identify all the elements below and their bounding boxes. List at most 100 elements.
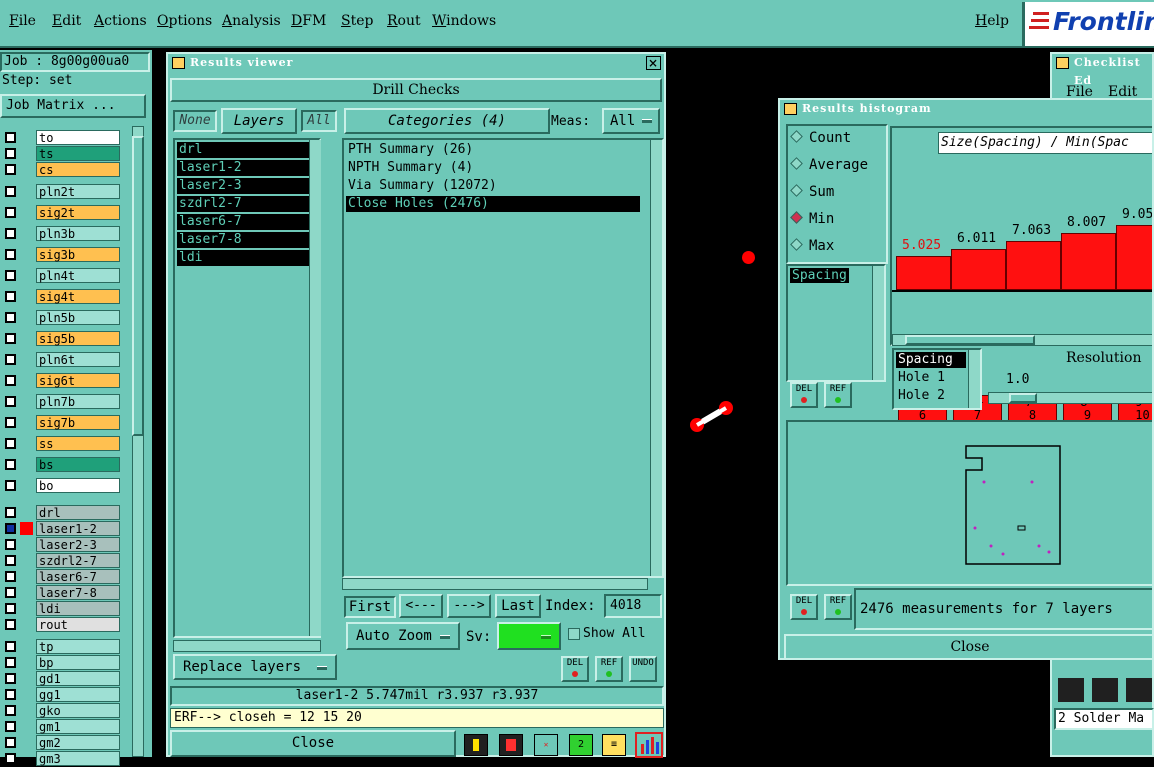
show-all-checkbox[interactable] [568,628,580,640]
layer-row[interactable]: pln2t [2,184,120,199]
layer-checkbox[interactable] [5,480,16,491]
layer-list-scrollbar[interactable] [122,126,152,757]
measure-selector[interactable]: Spacing Hole 1 Hole 2 [892,348,982,410]
layer-row[interactable]: sig3b [2,247,120,262]
run-icon[interactable] [1092,678,1118,702]
layer-row[interactable]: bs [2,457,120,472]
layer-row[interactable]: ldi [2,601,120,616]
layer-row[interactable]: ss [2,436,120,451]
layer-checkbox[interactable] [5,587,16,598]
layer-row[interactable]: bp [2,655,120,670]
aggregation-radio[interactable]: Max [790,238,834,254]
layer-result-item[interactable]: laser2-3 [177,178,317,194]
layer-checkbox[interactable] [5,249,16,260]
ref-tool-icon[interactable]: ✕ [534,734,558,756]
layer-checkbox[interactable] [5,673,16,684]
layer-checkbox[interactable] [5,164,16,175]
report-tool-icon[interactable]: ≡ [602,734,626,756]
auto-zoom-dropdown[interactable]: Auto Zoom [346,622,460,650]
layer-checkbox[interactable] [5,571,16,582]
layer-row[interactable]: gd1 [2,671,120,686]
layer-row[interactable]: gg1 [2,687,120,702]
next-button[interactable]: ---> [447,594,491,618]
layer-row[interactable]: rout [2,617,120,632]
layer-row[interactable]: laser1-2 [2,521,120,536]
layer-row[interactable]: laser2-3 [2,537,120,552]
layer-row[interactable]: gm1 [2,719,120,734]
menu-step[interactable]: Step [341,13,373,29]
measure-selector-scroll[interactable] [968,350,980,408]
layer-checkbox[interactable] [5,291,16,302]
layer-checkbox[interactable] [5,186,16,197]
graph-hscroll[interactable] [892,334,1152,346]
layer-row[interactable]: sig5b [2,331,120,346]
job-matrix-button[interactable]: Job Matrix ... [0,94,146,118]
layer-row[interactable]: gm3 [2,751,120,766]
layer-checkbox[interactable] [5,207,16,218]
layer-result-item[interactable]: laser6-7 [177,214,317,230]
last-button[interactable]: Last [495,594,541,618]
layer-checkbox[interactable] [5,721,16,732]
run-icon[interactable] [1126,678,1152,702]
layer-row[interactable]: tp [2,639,120,654]
sv-color-dropdown[interactable] [497,622,561,650]
layers-button[interactable]: Layers [221,108,297,134]
layer-row[interactable]: sig7b [2,415,120,430]
compare-tool-icon[interactable]: 2 [569,734,593,756]
layer-checkbox[interactable] [5,641,16,652]
prev-button[interactable]: <--- [399,594,443,618]
category-list[interactable]: PTH Summary (26) NPTH Summary (4) Via Summ… [342,138,664,578]
layer-checkbox[interactable] [5,228,16,239]
category-item[interactable]: PTH Summary (26) [346,142,640,158]
layer-checkbox[interactable] [5,523,16,534]
layer-checkbox[interactable] [5,657,16,668]
category-item[interactable]: Via Summary (12072) [346,178,640,194]
menu-file[interactable]: File [9,13,36,29]
category-list-hscroll[interactable] [342,578,648,590]
layer-row[interactable]: sig6t [2,373,120,388]
layer-row[interactable]: cs [2,162,120,177]
layer-row[interactable]: sig2t [2,205,120,220]
layer-checkbox[interactable] [5,555,16,566]
resolution-slider-handle[interactable] [1009,393,1037,403]
layer-row[interactable]: pln3b [2,226,120,241]
preview-del-button[interactable]: DEL [790,594,818,620]
layer-checkbox[interactable] [5,438,16,449]
replace-layers-dropdown[interactable]: Replace layers [173,654,337,680]
ref-button[interactable]: REF [595,656,623,682]
menu-actions[interactable]: Actions [94,13,147,29]
aggregation-radio[interactable]: Average [790,157,868,173]
layer-result-item[interactable]: laser1-2 [177,160,317,176]
results-viewer-titlebar[interactable]: Results viewer × [168,54,664,72]
layer-result-item[interactable]: szdrl2-7 [177,196,317,212]
close-button[interactable]: Close [170,730,456,757]
measure-item[interactable]: Hole 1 [896,370,966,386]
layer-row[interactable]: drl [2,505,120,520]
preview-ref-button[interactable]: REF [824,594,852,620]
measure-list-selected[interactable]: Spacing [790,268,849,283]
measure-list[interactable]: Spacing [786,264,886,382]
layer-checkbox[interactable] [5,507,16,518]
layer-row[interactable]: gko [2,703,120,718]
index-input[interactable]: 4018 [604,594,662,618]
layer-checkbox[interactable] [5,753,16,764]
layer-result-item[interactable]: ldi [177,250,317,266]
layer-checkbox[interactable] [5,396,16,407]
layer-checkbox[interactable] [5,132,16,143]
category-item[interactable]: NPTH Summary (4) [346,160,640,176]
exit-tool-icon[interactable] [499,734,523,756]
layer-checkbox[interactable] [5,417,16,428]
del-button[interactable]: DEL [561,656,589,682]
first-button[interactable]: First [344,596,396,618]
menu-help[interactable]: Help [975,13,1009,29]
categories-button[interactable]: Categories (4) [344,108,550,134]
menu-edit[interactable]: Edit [52,13,81,29]
layer-row[interactable]: pln5b [2,310,120,325]
layer-row[interactable]: to [2,130,120,145]
checklist-titlebar[interactable]: Checklist Ed [1052,54,1152,87]
layer-row[interactable]: szdrl2-7 [2,553,120,568]
layer-checkbox[interactable] [5,737,16,748]
layer-checkbox[interactable] [5,459,16,470]
menu-windows[interactable]: Windows [432,13,496,29]
layer-row[interactable]: ts [2,146,120,161]
